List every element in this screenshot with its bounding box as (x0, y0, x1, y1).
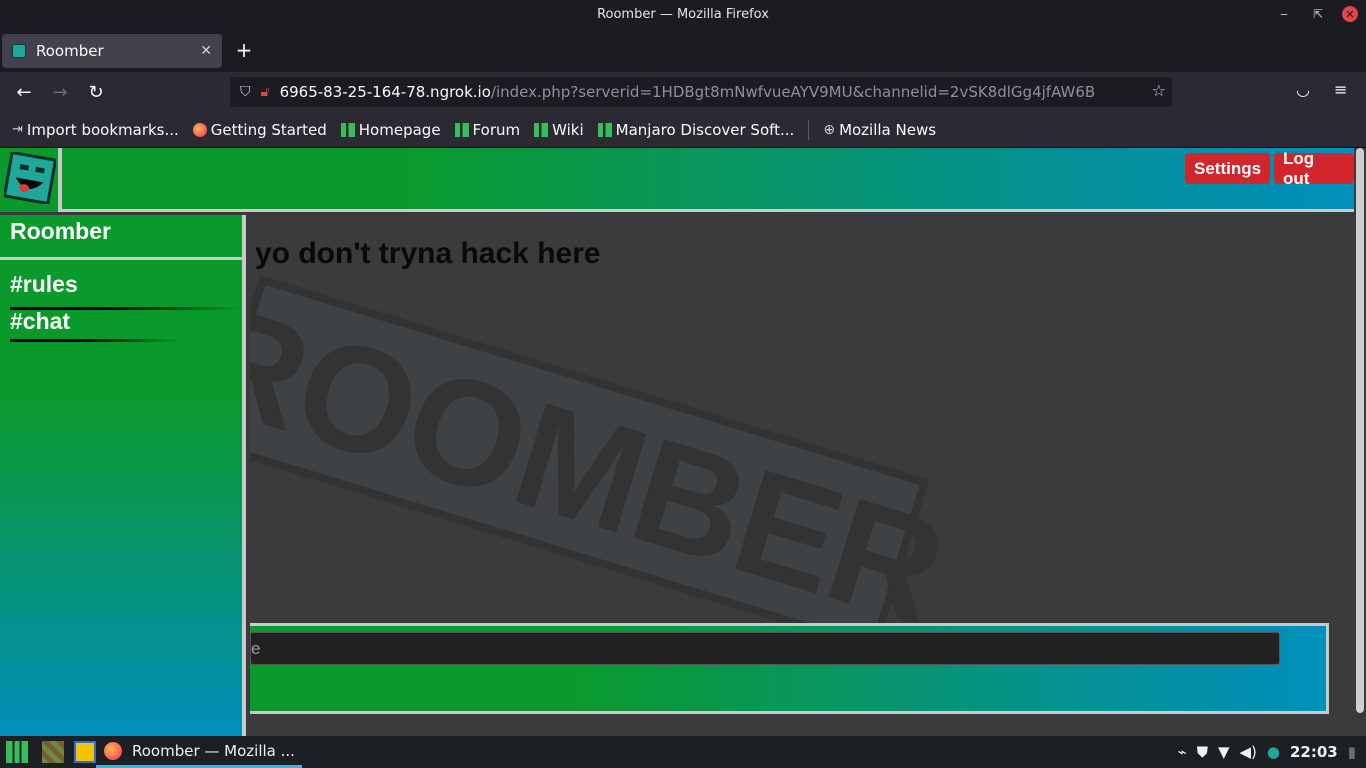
system-tray: ⌁ ⛊ ▼ ◀) ● 22:03 ▮ (1178, 736, 1356, 768)
tab-close-icon[interactable]: ✕ (200, 43, 212, 59)
channel-sidebar: Roomber #rules #chat (0, 215, 246, 736)
logout-button[interactable]: Log out (1274, 149, 1354, 188)
bookmark-wiki[interactable]: Wiki (534, 121, 584, 139)
roomber-favicon-icon (12, 44, 26, 58)
window-titlebar: Roomber — Mozilla Firefox ‒ ⇱ ✕ (0, 0, 1366, 28)
manjaro-icon (340, 122, 355, 137)
taskbar: Roomber — Mozilla ... ⌁ ⛊ ▼ ◀) ● 22:03 ▮ (0, 736, 1366, 768)
firefox-icon (104, 741, 122, 760)
app-menu-icon[interactable]: ≡ (1334, 80, 1347, 99)
globe-icon: ⊕ (823, 121, 836, 138)
reload-button[interactable]: ↻ (84, 80, 108, 104)
message-composer (250, 623, 1329, 714)
bookmark-manjaro-discover[interactable]: Manjaro Discover Soft... (597, 120, 795, 139)
window-controls: ‒ ⇱ ✕ (1274, 4, 1358, 24)
tab-strip: Roomber ✕ + (0, 28, 1366, 72)
firefox-icon (192, 122, 207, 137)
manjaro-menu-icon[interactable] (6, 741, 28, 763)
bookmark-label: Mozilla News (839, 120, 937, 139)
url-bar[interactable]: ⛉ 🔓︎ 6965-83-25-164-78.ngrok.io/index.ph… (230, 77, 1172, 107)
task-label: Roomber — Mozilla ... (132, 741, 295, 760)
settings-button[interactable]: Settings (1185, 153, 1271, 184)
clock[interactable]: 22:03 (1290, 743, 1338, 761)
bookmark-homepage[interactable]: Homepage (340, 120, 441, 139)
channel-rules[interactable]: #rules (10, 271, 78, 298)
geometry-dash-icon[interactable] (74, 741, 96, 763)
bookmark-label: Getting Started (210, 120, 327, 139)
lock-icon[interactable]: 🔓︎ (261, 84, 270, 100)
bookmark-label: Homepage (358, 120, 441, 139)
forward-button[interactable]: → (48, 80, 72, 104)
bookmark-getting-started[interactable]: Getting Started (192, 120, 327, 139)
manjaro-icon (454, 122, 469, 137)
maximize-button[interactable]: ⇱ (1308, 4, 1328, 24)
app-header: Settings Log out (0, 148, 1354, 212)
url-path: /index.php?serverid=1HDBgt8mNwfvueAYV9MU… (490, 83, 1096, 101)
update-icon[interactable]: ● (1267, 743, 1280, 761)
paperclip-icon[interactable]: ⌁ (1178, 743, 1187, 761)
shield-icon[interactable]: ⛉ (240, 84, 251, 100)
close-window-button[interactable]: ✕ (1342, 6, 1358, 22)
channel-chat[interactable]: #chat (10, 308, 70, 335)
minimize-button[interactable]: ‒ (1274, 4, 1294, 24)
bookmark-label: Manjaro Discover Soft... (615, 120, 795, 139)
tab-roomber[interactable]: Roomber ✕ (2, 34, 222, 68)
new-tab-button[interactable]: + (232, 38, 256, 62)
network-icon[interactable]: ▼ (1218, 743, 1230, 761)
bookmark-import[interactable]: ⇥ Import bookmarks... (12, 121, 179, 139)
bookmark-label: Wiki (552, 120, 584, 139)
bookmark-separator (808, 119, 810, 140)
server-icon-box[interactable] (0, 148, 62, 212)
volume-icon[interactable]: ◀) (1240, 743, 1257, 761)
tab-label: Roomber (36, 42, 104, 60)
roomber-logo-icon[interactable] (4, 152, 56, 204)
web-page: Settings Log out Roomber #rules #chat RO… (0, 148, 1366, 736)
bookmark-forum[interactable]: Forum (454, 120, 521, 139)
pocket-icon[interactable]: ◡ (1296, 80, 1310, 99)
message-input[interactable] (250, 632, 1280, 665)
bookmark-label: Forum (472, 120, 521, 139)
bookmark-label: Import bookmarks... (26, 120, 179, 139)
roomber-watermark: ROOMBER (250, 270, 961, 656)
shield-check-icon[interactable]: ⛊ (1197, 743, 1208, 761)
import-icon: ⇥ (12, 122, 23, 137)
server-name: Roomber (0, 215, 242, 260)
channel-underline (10, 339, 182, 342)
message-text: yo don't tryna hack here (255, 237, 601, 270)
window-title: Roomber — Mozilla Firefox (597, 6, 769, 22)
bookmarks-toolbar: ⇥ Import bookmarks... Getting Started Ho… (0, 112, 1366, 148)
back-button[interactable]: ← (12, 80, 36, 104)
minecraft-icon[interactable] (42, 741, 64, 763)
url-security-icons[interactable]: ⛉ 🔓︎ (240, 84, 270, 100)
taskbar-task-firefox[interactable]: Roomber — Mozilla ... (96, 736, 302, 768)
manjaro-icon (597, 122, 612, 137)
bookmark-mozilla-news[interactable]: ⊕ Mozilla News (823, 121, 936, 139)
bookmark-star-icon[interactable]: ☆ (1152, 81, 1166, 100)
manjaro-icon (534, 122, 549, 137)
show-desktop-icon[interactable]: ▮ (1348, 743, 1356, 761)
url-host: 6965-83-25-164-78.ngrok.io (279, 83, 491, 101)
page-scrollbar[interactable] (1356, 148, 1364, 713)
navigation-toolbar: ← → ↻ ⛉ 🔓︎ 6965-83-25-164-78.ngrok.io/in… (0, 72, 1366, 112)
